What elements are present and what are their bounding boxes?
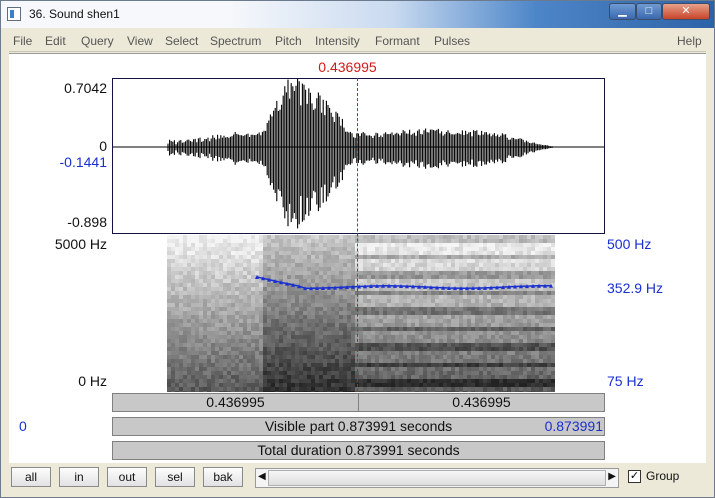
maximize-button[interactable]: □ bbox=[636, 3, 662, 20]
zoom-out-button[interactable]: out bbox=[107, 467, 147, 487]
right-segment-duration[interactable]: 0.436995 bbox=[359, 394, 604, 411]
left-segment-duration[interactable]: 0.436995 bbox=[113, 394, 359, 411]
spectrogram-plot bbox=[112, 235, 605, 392]
window-title: 36. Sound shen1 bbox=[29, 7, 120, 21]
menu-bar: File Edit Query View Select Spectrum Pit… bbox=[9, 31, 706, 52]
waveform-panel[interactable] bbox=[112, 78, 605, 234]
scroll-left-arrow-icon[interactable]: ◀ bbox=[258, 471, 266, 482]
scroll-right-arrow-icon[interactable]: ▶ bbox=[608, 471, 616, 482]
menu-help[interactable]: Help bbox=[677, 34, 702, 48]
maximize-icon: □ bbox=[646, 5, 653, 17]
group-label: Group bbox=[646, 469, 679, 483]
menu-spectrum[interactable]: Spectrum bbox=[210, 34, 261, 48]
menu-file[interactable]: File bbox=[13, 34, 32, 48]
pitch-current-label: 352.9 Hz bbox=[607, 280, 663, 296]
app-icon bbox=[7, 7, 21, 21]
menu-query[interactable]: Query bbox=[81, 34, 114, 48]
visible-part-label: Visible part 0.873991 seconds bbox=[113, 418, 604, 435]
praat-sound-window: 36. Sound shen1 ▁ □ ✕ File Edit Query Vi… bbox=[0, 0, 715, 498]
close-icon: ✕ bbox=[681, 5, 690, 17]
waveform-value-label: -0.1441 bbox=[9, 154, 107, 170]
visible-start-label: 0 bbox=[13, 418, 119, 435]
close-button[interactable]: ✕ bbox=[662, 3, 710, 20]
menu-view[interactable]: View bbox=[127, 34, 153, 48]
spectrogram-panel[interactable] bbox=[112, 235, 605, 392]
menu-intensity[interactable]: Intensity bbox=[315, 34, 360, 48]
waveform-max-label: 0.7042 bbox=[9, 80, 107, 96]
segment-bar[interactable]: 0.436995 0.436995 bbox=[112, 393, 605, 412]
waveform-zero-label: 0 bbox=[9, 138, 107, 154]
zoom-in-button[interactable]: in bbox=[59, 467, 99, 487]
menu-formant[interactable]: Formant bbox=[375, 34, 420, 48]
spectrogram-bottom-label: 0 Hz bbox=[9, 373, 107, 389]
spectrogram-top-label: 5000 Hz bbox=[9, 236, 107, 252]
menu-edit[interactable]: Edit bbox=[45, 34, 66, 48]
cursor-time-label: 0.436995 bbox=[0, 59, 696, 75]
waveform-plot bbox=[113, 79, 604, 233]
title-bar: 36. Sound shen1 ▁ □ ✕ bbox=[1, 1, 714, 28]
menu-pulses[interactable]: Pulses bbox=[434, 34, 470, 48]
minimize-button[interactable]: ▁ bbox=[609, 3, 636, 20]
total-bar[interactable]: Total duration 0.873991 seconds bbox=[112, 441, 605, 460]
horizontal-scrollbar[interactable]: ◀ ▶ bbox=[255, 468, 619, 488]
menu-select[interactable]: Select bbox=[165, 34, 198, 48]
minimize-icon: ▁ bbox=[618, 5, 626, 17]
sound-editor[interactable]: 0.436995 0.7042 0 -0.1441 -0.898 5000 Hz… bbox=[9, 53, 706, 464]
pitch-bottom-label: 75 Hz bbox=[607, 373, 644, 389]
visible-bar[interactable]: 0 Visible part 0.873991 seconds 0.873991 bbox=[112, 417, 605, 436]
total-duration-label: Total duration 0.873991 seconds bbox=[113, 442, 604, 459]
waveform-min-label: -0.898 bbox=[9, 214, 107, 230]
group-checkbox[interactable]: ✓ bbox=[628, 470, 641, 483]
visible-end-label: 0.873991 bbox=[533, 418, 603, 435]
zoom-selection-button[interactable]: sel bbox=[155, 467, 195, 487]
bottom-controls: all in out sel bak ◀ ▶ ✓ Group bbox=[1, 463, 714, 497]
cursor-line bbox=[357, 78, 358, 392]
scroll-thumb[interactable] bbox=[268, 470, 606, 486]
zoom-all-button[interactable]: all bbox=[11, 467, 51, 487]
pitch-top-label: 500 Hz bbox=[607, 236, 651, 252]
zoom-back-button[interactable]: bak bbox=[203, 467, 243, 487]
menu-pitch[interactable]: Pitch bbox=[275, 34, 302, 48]
